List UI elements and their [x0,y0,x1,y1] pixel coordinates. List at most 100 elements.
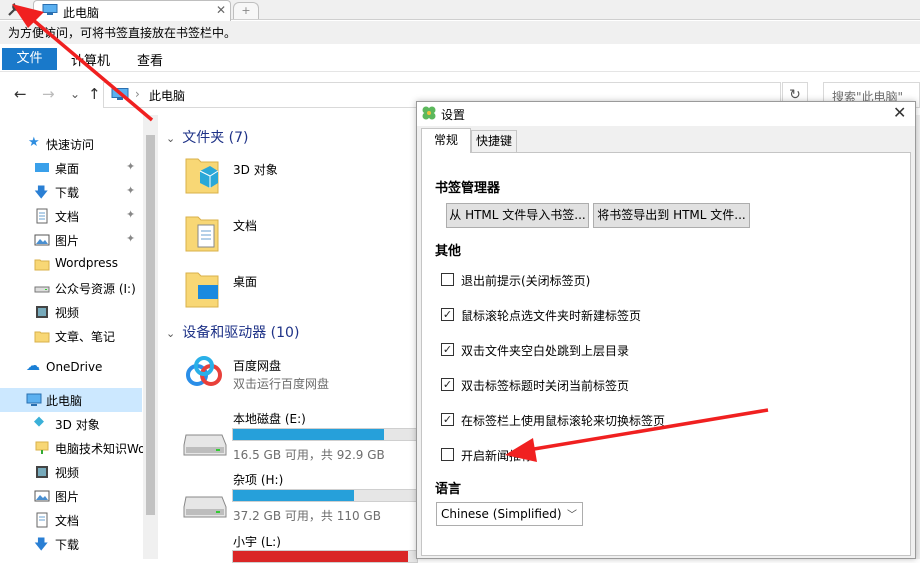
sidebar-item-wordpress[interactable]: Wordpress [0,252,142,276]
sidebar-pc-documents[interactable]: 文档 [0,508,142,532]
language-value: Chinese (Simplified) [441,507,562,521]
sidebar-scrollbar-thumb[interactable] [146,135,155,515]
ribbon-tab-computer[interactable]: 计算机 [71,50,110,69]
option-confirm-before-exit[interactable]: 退出前提示(关闭标签页) [441,271,801,289]
document-icon [36,512,48,528]
dialog-titlebar[interactable]: 设置 ✕ [417,102,915,126]
tab-this-pc[interactable]: 此电脑 ✕ [33,0,231,21]
sidebar-item-label: 文档 [55,210,80,224]
pictures-icon [34,490,50,502]
drive-subtitle: 双击运行百度网盘 [233,377,330,391]
sidebar-this-pc[interactable]: 此电脑 [0,388,142,412]
sidebar-item-label: 3D 对象 [55,418,100,432]
dialog-title: 设置 [441,108,466,122]
sidebar-pc-videos[interactable]: 视频 [0,460,142,484]
sidebar-item-label: 公众号资源 (I:) [55,282,136,296]
sidebar-item-drive-i[interactable]: 公众号资源 (I:) [0,276,142,300]
option-middle-click-new-tab[interactable]: ✓ 鼠标滚轮点选文件夹时新建标签页 [441,306,801,324]
sidebar-item-label: 文章、笔记 [55,330,116,344]
sidebar-item-videos[interactable]: 视频 [0,300,142,324]
close-icon[interactable]: ✕ [893,103,906,122]
drive-usage-bar [232,428,418,441]
sidebar-pc-downloads[interactable]: 🡇 下载 [0,532,142,556]
cloud-icon: ☁ [26,358,40,374]
checkbox-label: 退出前提示(关闭标签页) [461,274,591,288]
bookmark-bar-hint: 为方便访问，可将书签直接放在书签栏中。 [8,26,237,40]
folder-name: 文档 [233,219,258,233]
checkbox[interactable]: ✓ [441,378,454,391]
folder-name: 3D 对象 [233,163,278,177]
documents-folder-icon [185,216,219,252]
drive-name: 小宇 (L:) [233,535,281,549]
drive-name: 杂项 (H:) [233,473,284,487]
tab-title: 此电脑 [63,6,100,20]
sidebar-pc-folder[interactable]: 电脑技术知识Wo [0,436,146,460]
up-arrow-icon[interactable]: ↑ [88,85,101,103]
chevron-down-icon: ⌄ [166,327,176,340]
sidebar-item-label: 此电脑 [46,394,83,408]
video-icon [36,466,48,478]
network-folder-icon [35,441,49,454]
sidebar-item-label: 下载 [55,538,80,552]
hard-drive-icon [183,434,227,456]
sidebar-quick-access[interactable]: ★ 快速访问 [0,132,142,156]
close-tab-icon[interactable]: ✕ [216,3,226,17]
forward-arrow-icon[interactable]: → [42,85,55,103]
sidebar-item-label: Wordpress [55,256,119,270]
drive-usage-fill [233,429,384,440]
general-settings-panel: 书签管理器 从 HTML 文件导入书签... 将书签导出到 HTML 文件...… [421,152,911,556]
clover-icon [422,106,436,120]
pictures-icon [34,234,50,246]
baidu-netdisk-icon [186,356,222,386]
drive-usage-bar [232,550,418,563]
drive-usage-bar [232,489,418,502]
option-double-click-close-tab[interactable]: ✓ 双击标签标题时关闭当前标签页 [441,376,801,394]
back-arrow-icon[interactable]: ← [14,85,27,103]
ribbon-tab-file[interactable]: 文件 [2,48,57,70]
recent-locations-icon[interactable]: ⌄ [70,87,80,101]
sidebar-item-label: 桌面 [55,162,80,176]
sidebar-item-label: 图片 [55,490,80,504]
bookmark-bar: 为方便访问，可将书签直接放在书签栏中。 [0,21,920,44]
sidebar-pc-3d-objects[interactable]: ◆ 3D 对象 [0,412,142,436]
checkbox[interactable] [441,448,454,461]
cube-icon: ◆ [34,414,44,429]
wrench-icon[interactable] [6,1,26,18]
folders-group-header[interactable]: ⌄ 文件夹 (7) [166,127,249,147]
option-double-click-up[interactable]: ✓ 双击文件夹空白处跳到上层目录 [441,341,801,359]
checkbox[interactable]: ✓ [441,308,454,321]
devices-group-header[interactable]: ⌄ 设备和驱动器 (10) [166,322,299,342]
export-bookmarks-button[interactable]: 将书签导出到 HTML 文件... [593,203,750,228]
checkbox[interactable]: ✓ [441,413,454,426]
sidebar-onedrive[interactable]: ☁ OneDrive [0,356,142,380]
checkbox[interactable]: ✓ [441,343,454,356]
new-tab-button[interactable]: + [233,2,259,19]
option-wheel-switch-tabs[interactable]: ✓ 在标签栏上使用鼠标滚轮来切换标签页 [441,411,801,429]
language-select[interactable]: Chinese (Simplified) ﹀ [436,502,583,526]
tab-shortcuts[interactable]: 快捷键 [471,130,517,152]
ribbon-tab-view[interactable]: 查看 [137,50,163,69]
drive-name: 本地磁盘 (E:) [233,412,306,426]
checkbox-label: 双击文件夹空白处跳到上层目录 [461,344,630,358]
tab-general[interactable]: 常规 [421,128,471,153]
sidebar-item-pictures[interactable]: 图片 ✦ [0,228,142,252]
import-bookmarks-button[interactable]: 从 HTML 文件导入书签... [446,203,589,228]
sidebar-item-notes[interactable]: 文章、笔记 [0,324,142,348]
checkbox[interactable] [441,273,454,286]
sidebar-item-label: 文档 [55,514,80,528]
navigation-pane: ★ 快速访问 桌面 ✦ 🡇 下载 ✦ 文档 ✦ 图片 ✦ Wordpress 公… [0,115,158,559]
sidebar-item-label: 视频 [55,306,80,320]
group-title: 设备和驱动器 (10) [182,325,300,341]
other-heading: 其他 [435,244,462,259]
3d-objects-folder-icon [185,158,219,194]
breadcrumb-this-pc[interactable]: 此电脑 [149,87,185,104]
ribbon: 文件 计算机 查看 [0,45,920,72]
drive-subtitle: 37.2 GB 可用，共 110 GB [233,509,381,523]
option-news-recommendation[interactable]: 开启新闻推荐 [441,446,801,464]
drive-name: 百度网盘 [233,359,282,373]
sidebar-item-desktop[interactable]: 桌面 ✦ [0,156,142,180]
sidebar-item-documents[interactable]: 文档 ✦ [0,204,142,228]
sidebar-pc-pictures[interactable]: 图片 [0,484,142,508]
star-icon: ★ [28,135,40,150]
sidebar-item-downloads[interactable]: 🡇 下载 ✦ [0,180,142,204]
